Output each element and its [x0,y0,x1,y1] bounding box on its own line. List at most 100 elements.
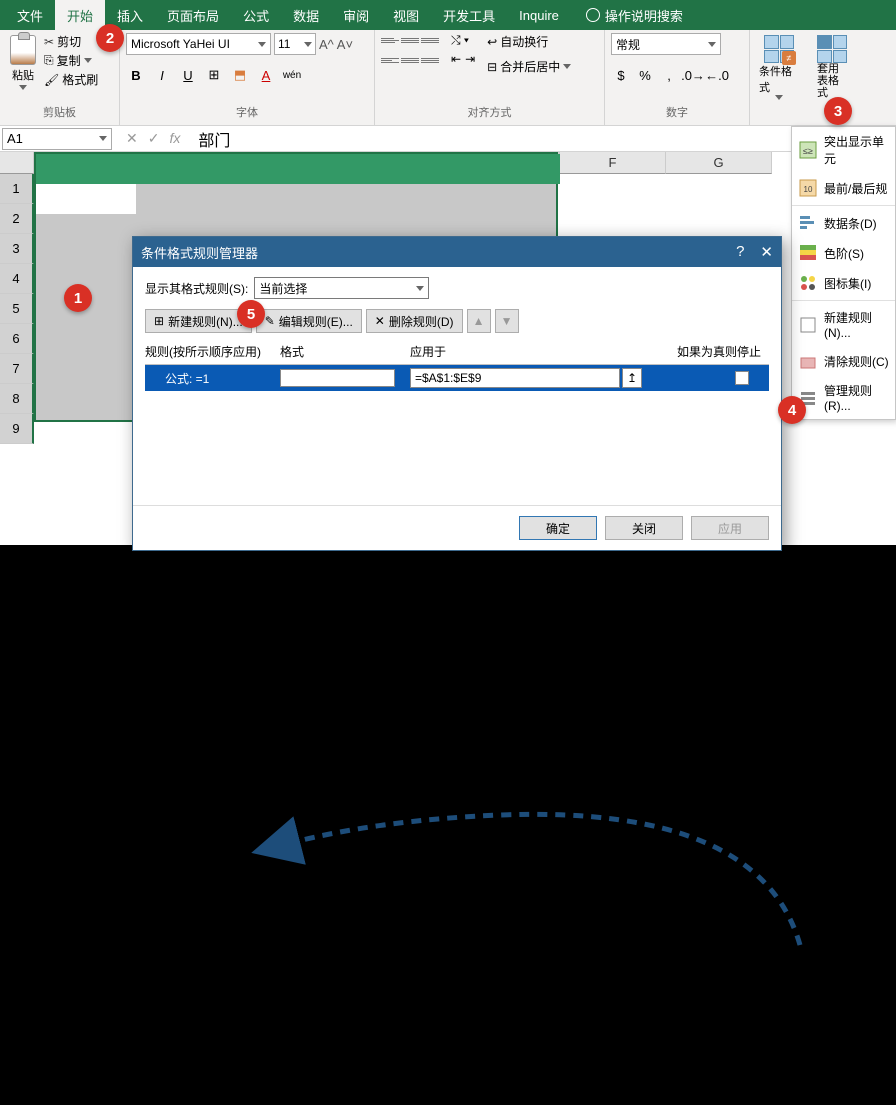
chevron-down-icon [19,85,27,90]
inc-decimal-button[interactable]: .0→ [683,65,703,85]
range-picker-button[interactable]: ↥ [622,368,642,388]
shrink-font-button[interactable]: A˅ [337,37,353,52]
conditional-format-button[interactable]: ≠ 条件格式 [756,33,802,102]
cancel-formula-button[interactable]: ✕ [126,130,138,147]
tab-file[interactable]: 文件 [5,0,55,32]
dialog-title: 条件格式规则管理器 [141,243,258,262]
italic-button[interactable]: I [152,65,172,85]
copy-icon: ⎘ [44,53,54,68]
tab-dev[interactable]: 开发工具 [431,0,507,32]
col-apply-header: 应用于 [410,343,650,360]
rules-list[interactable]: 公式: =1 =$A$1:$E$9 ↥ [145,365,769,495]
paste-label: 粘贴 [12,67,34,83]
currency-button[interactable]: $ [611,65,631,85]
row-header-5[interactable]: 5 [0,294,34,324]
row-header-2[interactable]: 2 [0,204,34,234]
orientation-button[interactable]: ⤭ ▾ [451,33,475,48]
font-name-select[interactable]: Microsoft YaHei UI [126,33,271,55]
grow-font-button[interactable]: A^ [319,37,334,52]
conditional-format-icon: ≠ [764,35,794,63]
search-help[interactable]: 操作说明搜索 [586,6,683,25]
edit-rule-button[interactable]: ✎编辑规则(E)... [256,309,362,333]
row-header-9[interactable]: 9 [0,414,34,444]
cf-color-scales[interactable]: 色阶(S) [792,238,895,268]
merge-button[interactable]: ⊟合并后居中 [487,58,571,75]
new-rule-button[interactable]: ⊞新建规则(N)... [145,309,252,333]
percent-button[interactable]: % [635,65,655,85]
font-size-select[interactable]: 11 [274,33,316,55]
cf-clear-rules[interactable]: 清除规则(C) [792,346,895,376]
clipboard-group-label: 剪贴板 [6,102,113,122]
ok-button[interactable]: 确定 [519,516,597,540]
show-rules-select[interactable]: 当前选择 [254,277,429,299]
rule-row[interactable]: 公式: =1 =$A$1:$E$9 ↥ [145,365,769,391]
cf-manage-rules[interactable]: 管理规则(R)... [792,376,895,419]
phonetic-button[interactable]: wén [282,65,302,85]
fx-button[interactable]: fx [169,130,180,147]
tab-view[interactable]: 视图 [381,0,431,32]
dec-decimal-button[interactable]: ←.0 [707,65,727,85]
row-header-6[interactable]: 6 [0,324,34,354]
move-up-button[interactable]: ▲ [467,309,491,333]
tab-layout[interactable]: 页面布局 [155,0,231,32]
tab-inquire[interactable]: Inquire [507,1,571,30]
row-header-7[interactable]: 7 [0,354,34,384]
select-all-corner[interactable] [0,152,34,174]
painter-button[interactable]: 🖌格式刷 [44,71,98,88]
cf-top-bottom[interactable]: 10最前/最后规 [792,173,895,203]
tab-home[interactable]: 开始 [55,0,105,32]
delete-rule-button[interactable]: ✕删除规则(D) [366,309,463,333]
scissors-icon: ✂ [44,35,54,49]
underline-button[interactable]: U [178,65,198,85]
border-button[interactable]: ⊞ [204,65,224,85]
help-button[interactable]: ? [736,243,744,261]
tab-formula[interactable]: 公式 [231,0,281,32]
cf-highlight-cells[interactable]: ≤≥突出显示单元 [792,127,895,173]
bold-button[interactable]: B [126,65,146,85]
col-stop-header: 如果为真则停止 [650,343,769,360]
clipboard-icon [10,35,36,65]
row-header-8[interactable]: 8 [0,384,34,414]
dialog-titlebar[interactable]: 条件格式规则管理器 ? ✕ [133,237,781,267]
table-style-button[interactable]: 套用 表格式 [814,33,850,101]
apply-button[interactable]: 应用 [691,516,769,540]
stop-if-true-checkbox[interactable] [735,371,749,385]
fill-color-button[interactable]: ⬒ [230,65,250,85]
row-header-1[interactable]: 1 [0,174,34,204]
horizontal-align[interactable] [381,53,439,67]
row-header-4[interactable]: 4 [0,264,34,294]
vertical-align[interactable] [381,33,439,47]
svg-text:≤≥: ≤≥ [803,146,813,156]
cut-button[interactable]: ✂剪切 [44,33,98,50]
paste-button[interactable]: 粘贴 [6,33,40,92]
confirm-formula-button[interactable]: ✓ [148,130,160,147]
indent-inc-button[interactable]: ⇥ [465,52,475,66]
rule-name: 公式: =1 [145,365,280,391]
merge-icon: ⊟ [487,60,497,74]
cf-new-rule[interactable]: 新建规则(N)... [792,303,895,346]
number-format-select[interactable]: 常规 [611,33,721,55]
tab-review[interactable]: 审阅 [331,0,381,32]
align-group-label: 对齐方式 [381,102,598,122]
copy-button[interactable]: ⎘复制 [44,52,98,69]
wrap-button[interactable]: ↩自动换行 [487,33,571,50]
col-rule-header: 规则(按所示顺序应用) [145,343,280,360]
cf-data-bars[interactable]: 数据条(D) [792,208,895,238]
ribbon: 粘贴 ✂剪切 ⎘复制 🖌格式刷 剪贴板 Microsoft YaHei UI 1… [0,30,896,126]
indent-dec-button[interactable]: ⇤ [451,52,461,66]
highlight-icon: ≤≥ [798,141,818,159]
name-box[interactable]: A1 [2,128,112,150]
font-color-button[interactable]: A [256,65,276,85]
close-dialog-button[interactable]: 关闭 [605,516,683,540]
close-button[interactable]: ✕ [760,243,773,261]
delrule-btn-icon: ✕ [375,314,385,328]
clear-icon [798,352,818,370]
row-header-3[interactable]: 3 [0,234,34,264]
tab-data[interactable]: 数据 [281,0,331,32]
cf-icon-sets[interactable]: 图标集(I) [792,268,895,298]
newrule-btn-icon: ⊞ [154,314,164,328]
move-down-button[interactable]: ▼ [495,309,519,333]
comma-button[interactable]: , [659,65,679,85]
rule-format-preview [280,369,395,387]
rule-apply-input[interactable]: =$A$1:$E$9 [410,368,620,388]
